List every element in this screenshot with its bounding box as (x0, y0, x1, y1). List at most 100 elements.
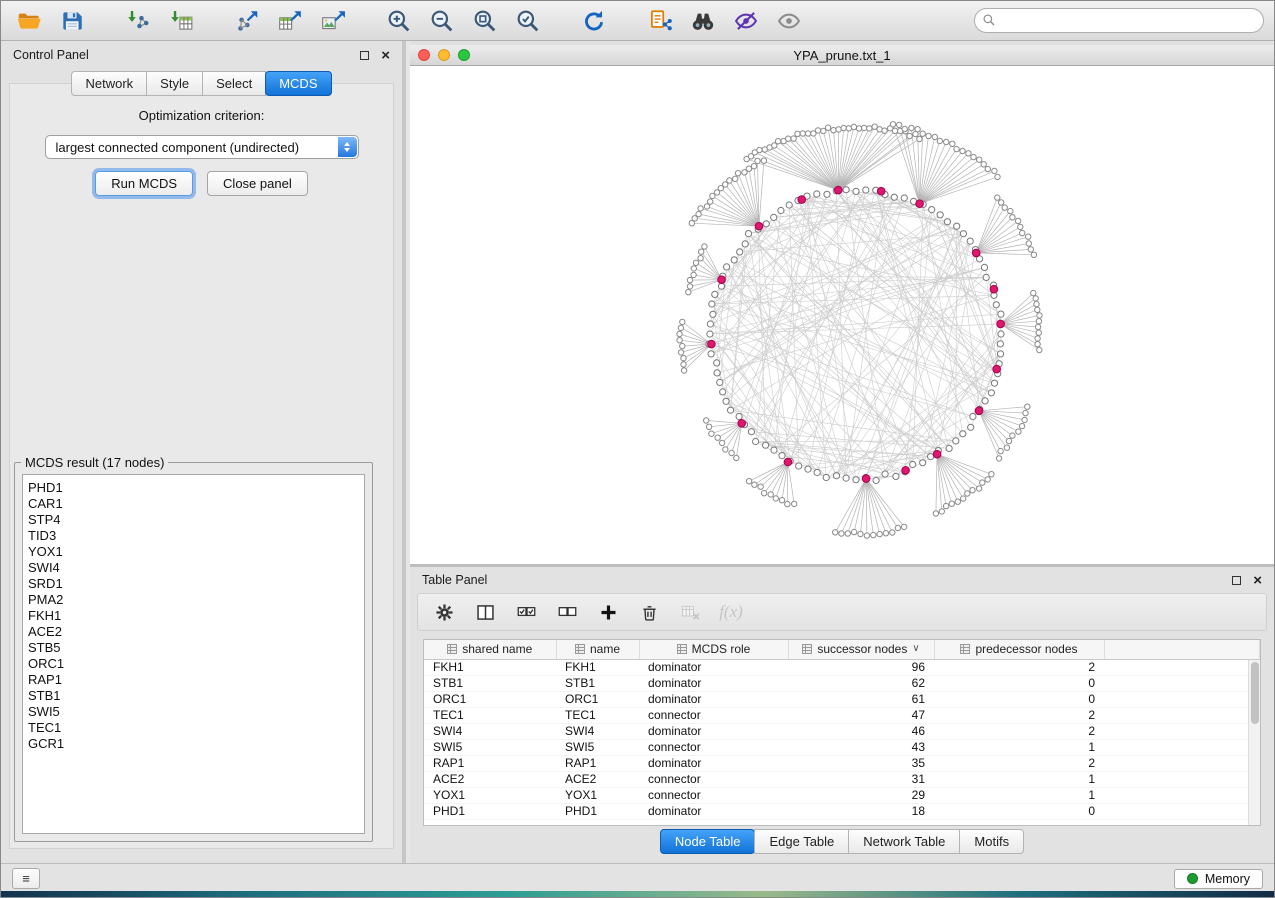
table-row[interactable]: SWI5SWI5connector431 (424, 739, 1260, 755)
mcds-result-item[interactable]: SRD1 (28, 576, 359, 592)
mcds-result-item[interactable]: SWI4 (28, 560, 359, 576)
export-image-button[interactable] (315, 5, 351, 37)
table-cell: 47 (788, 707, 934, 723)
mcds-result-item[interactable]: TEC1 (28, 720, 359, 736)
mcds-result-item[interactable]: YOX1 (28, 544, 359, 560)
column-header[interactable]: name (556, 640, 639, 659)
column-header[interactable]: MCDS role (639, 640, 788, 659)
tab-select[interactable]: Select (202, 71, 266, 96)
zoom-selected-button[interactable] (510, 5, 546, 37)
criterion-dropdown[interactable]: largest connected component (undirected) (45, 135, 359, 159)
export-network-button[interactable] (229, 5, 265, 37)
settings-icon (434, 602, 455, 623)
table-row[interactable]: ORC1ORC1dominator610 (424, 691, 1260, 707)
table-row[interactable]: FKH1FKH1dominator962 (424, 659, 1260, 675)
import-network-button[interactable] (120, 5, 156, 37)
mcds-result-item[interactable]: STP4 (28, 512, 359, 528)
table-cell: RAP1 (556, 755, 639, 771)
column-sort-icon (575, 644, 585, 654)
table-row[interactable]: RAP1RAP1dominator352 (424, 755, 1260, 771)
table-row[interactable]: STB1STB1dominator620 (424, 675, 1260, 691)
share-document-icon (647, 8, 673, 34)
network-window: YPA_prune.txt_1 (410, 41, 1274, 564)
column-header[interactable]: predecessor nodes (934, 640, 1104, 659)
show-display-icon (776, 8, 802, 34)
close-panel-button[interactable]: Close panel (207, 171, 308, 196)
menu-icon: ≡ (22, 871, 30, 886)
search-network-button[interactable] (685, 5, 721, 37)
mcds-result-item[interactable]: SWI5 (28, 704, 359, 720)
column-header[interactable]: successor nodes∨ (788, 640, 934, 659)
mcds-result-item[interactable]: RAP1 (28, 672, 359, 688)
column-header-inner: successor nodes∨ (802, 642, 919, 656)
run-mcds-button[interactable]: Run MCDS (95, 171, 193, 196)
table-panel: Table Panel × f(x) shared namenameMCDS r… (410, 564, 1274, 863)
panel-menu-button[interactable]: ≡ (12, 868, 40, 889)
mcds-result-title: MCDS result (17 nodes) (21, 455, 168, 470)
mcds-result-item[interactable]: STB1 (28, 688, 359, 704)
table-cell: TEC1 (556, 707, 639, 723)
table-row[interactable]: ACE2ACE2connector311 (424, 771, 1260, 787)
tab-edge-table[interactable]: Edge Table (754, 829, 849, 854)
columns-button[interactable] (469, 597, 501, 627)
tab-style[interactable]: Style (146, 71, 203, 96)
mcds-result-list[interactable]: PHD1CAR1STP4TID3YOX1SWI4SRD1PMA2FKH1ACE2… (22, 474, 365, 834)
table-cell: 2 (934, 755, 1104, 771)
zoom-out-button[interactable] (424, 5, 460, 37)
import-network-icon (125, 8, 151, 34)
table-row[interactable]: YOX1YOX1connector291 (424, 787, 1260, 803)
zoom-fit-button[interactable] (467, 5, 503, 37)
table-row[interactable]: TEC1TEC1connector472 (424, 707, 1260, 723)
mcds-result-item[interactable]: FKH1 (28, 608, 359, 624)
settings-button[interactable] (428, 597, 460, 627)
delete-row-button[interactable] (633, 597, 665, 627)
select-all-button[interactable] (510, 597, 542, 627)
column-header[interactable]: shared name (424, 640, 556, 659)
mcds-result-item[interactable]: PHD1 (28, 480, 359, 496)
criterion-value: largest connected component (undirected) (56, 140, 300, 155)
zoom-in-button[interactable] (381, 5, 417, 37)
export-table-icon (277, 8, 303, 34)
hide-display-button[interactable] (728, 5, 764, 37)
mcds-result-item[interactable]: TID3 (28, 528, 359, 544)
mcds-result-item[interactable]: STB5 (28, 640, 359, 656)
column-header-inner: name (575, 642, 620, 656)
network-graph[interactable] (410, 66, 1275, 564)
tab-network[interactable]: Network (71, 71, 147, 96)
table-scrollbar-thumb[interactable] (1251, 662, 1259, 724)
export-table-button[interactable] (272, 5, 308, 37)
column-label: shared name (462, 642, 532, 656)
mcds-result-item[interactable]: ORC1 (28, 656, 359, 672)
save-session-button[interactable] (54, 5, 90, 37)
import-table-button[interactable] (163, 5, 199, 37)
refresh-view-button[interactable] (576, 5, 612, 37)
columns-icon (475, 602, 496, 623)
zoom-out-icon (429, 8, 455, 34)
close-panel-icon[interactable]: × (381, 48, 390, 63)
search-input[interactable] (974, 8, 1264, 33)
mcds-result-item[interactable]: CAR1 (28, 496, 359, 512)
mcds-result-item[interactable]: GCR1 (28, 736, 359, 752)
close-table-panel-icon[interactable]: × (1253, 573, 1262, 588)
float-panel-icon[interactable] (360, 51, 369, 60)
deselect-all-button[interactable] (551, 597, 583, 627)
float-table-panel-icon[interactable] (1232, 576, 1241, 585)
open-file-button[interactable] (11, 5, 47, 37)
table-scrollbar[interactable] (1248, 660, 1260, 825)
table-row[interactable]: SWI4SWI4dominator462 (424, 723, 1260, 739)
tab-node-table[interactable]: Node Table (660, 829, 756, 854)
table-row[interactable]: PHD1PHD1dominator180 (424, 803, 1260, 819)
table-cell: ORC1 (556, 691, 639, 707)
network-canvas[interactable] (410, 66, 1274, 564)
share-document-button[interactable] (642, 5, 678, 37)
show-display-button[interactable] (771, 5, 807, 37)
mcds-result-item[interactable]: PMA2 (28, 592, 359, 608)
table-cell-empty (1104, 771, 1260, 787)
add-row-button[interactable] (592, 597, 624, 627)
table-cell: 0 (934, 691, 1104, 707)
tab-mcds[interactable]: MCDS (265, 71, 331, 96)
memory-button[interactable]: Memory (1174, 869, 1263, 889)
tab-motifs[interactable]: Motifs (959, 829, 1024, 854)
tab-network-table[interactable]: Network Table (848, 829, 960, 854)
mcds-result-item[interactable]: ACE2 (28, 624, 359, 640)
